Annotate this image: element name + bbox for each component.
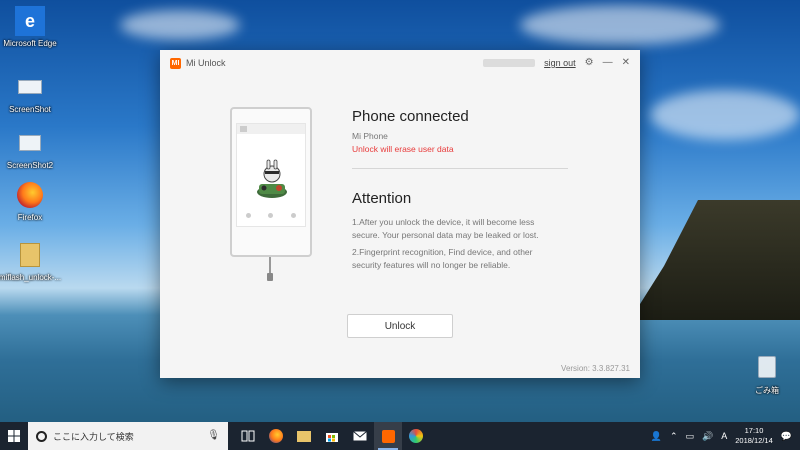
volume-icon[interactable]: 🔊 xyxy=(702,431,713,442)
network-icon[interactable]: ▭ xyxy=(685,431,694,442)
edge-icon: e xyxy=(15,6,45,36)
folder-icon xyxy=(15,240,45,270)
people-icon[interactable]: 👤 xyxy=(651,431,662,442)
clock[interactable]: 17:10 2018/12/14 xyxy=(735,426,773,446)
clock-date: 2018/12/14 xyxy=(735,436,773,445)
mi-logo-icon xyxy=(381,429,395,443)
cliff xyxy=(630,200,800,320)
close-button[interactable]: ✕ xyxy=(622,58,630,68)
system-tray: 👤 ⌃ ▭ 🔊 A 17:10 2018/12/14 💬 xyxy=(651,422,800,450)
taskbar-firefox[interactable] xyxy=(262,422,290,450)
taskbar-file-explorer[interactable] xyxy=(290,422,318,450)
desktop-icon-label: ScreenShot xyxy=(9,105,51,114)
title-bar-controls: sign out ⚙ — ✕ xyxy=(483,50,630,76)
device-name: Mi Phone xyxy=(352,131,388,141)
minimize-button[interactable]: — xyxy=(603,58,613,68)
paint-icon xyxy=(409,429,423,443)
cloud xyxy=(650,90,800,140)
account-id-blurred xyxy=(483,59,536,67)
recycle-bin-icon xyxy=(752,352,782,382)
desktop-icon-recycle-bin[interactable]: ごみ箱 xyxy=(731,352,800,396)
clock-time: 17:10 xyxy=(744,426,764,435)
desktop-icon-miflash-folder[interactable]: miflash_unlock-... xyxy=(0,240,66,282)
taskbar-store[interactable] xyxy=(318,422,346,450)
desktop-icon-label: miflash_unlock-... xyxy=(0,273,62,282)
show-hidden-icons-chevron-up-icon[interactable]: ⌃ xyxy=(670,431,678,442)
phone-nav-keys xyxy=(237,213,305,218)
store-bag-icon xyxy=(326,433,338,442)
usb-cable-icon xyxy=(267,257,273,281)
app-title: Mi Unlock xyxy=(186,58,226,68)
desktop-icon-edge[interactable]: e Microsoft Edge xyxy=(0,6,66,48)
desktop-icon-screenshot[interactable]: ScreenShot xyxy=(0,72,66,114)
mi-bunny-mascot-icon xyxy=(257,159,287,198)
task-view-button[interactable] xyxy=(234,422,262,450)
action-center-icon[interactable]: 💬 xyxy=(781,431,792,442)
taskbar-mail[interactable] xyxy=(346,422,374,450)
phone-illustration xyxy=(230,107,312,257)
divider xyxy=(352,168,568,169)
firefox-icon xyxy=(15,180,45,210)
desktop-icon-label: ごみ箱 xyxy=(755,386,779,395)
cloud xyxy=(120,10,240,40)
attention-note: 1.After you unlock the device, it will b… xyxy=(352,217,539,240)
sign-out-link[interactable]: sign out xyxy=(544,58,576,68)
title-bar[interactable]: MI Mi Unlock sign out ⚙ — ✕ xyxy=(160,50,640,76)
taskbar: ここに入力して検索 🎙 👤 ⌃ ▭ 🔊 A 17:10 2018/12/14 💬 xyxy=(0,422,800,450)
desktop-icon-label: ScreenShot2 xyxy=(6,161,54,170)
taskbar-apps xyxy=(234,422,430,450)
desktop-icon-screenshot2[interactable]: ScreenShot2 xyxy=(0,128,66,170)
cloud xyxy=(520,5,720,45)
cortana-icon xyxy=(36,430,47,442)
status-panel: Phone connected Mi Phone Unlock will era… xyxy=(352,108,582,276)
desktop-icon-label: Firefox xyxy=(17,213,43,222)
ime-indicator[interactable]: A xyxy=(721,431,727,441)
folder-icon xyxy=(297,430,311,442)
desktop-icon-firefox[interactable]: Firefox xyxy=(0,180,66,222)
windows-logo-icon xyxy=(8,430,20,442)
unlock-button[interactable]: Unlock xyxy=(347,314,453,338)
image-file-icon xyxy=(15,72,45,102)
gear-icon[interactable]: ⚙ xyxy=(585,58,594,68)
start-button[interactable] xyxy=(0,422,28,450)
microphone-icon[interactable]: 🎙 xyxy=(207,430,220,441)
desktop-icon-label: Microsoft Edge xyxy=(3,39,57,48)
taskbar-search[interactable]: ここに入力して検索 🎙 xyxy=(28,422,228,450)
taskbar-paint[interactable] xyxy=(402,422,430,450)
version-label: Version: 3.3.827.31 xyxy=(561,364,630,373)
search-placeholder: ここに入力して検索 xyxy=(53,431,134,442)
attention-heading: Attention xyxy=(352,190,412,207)
image-file-icon xyxy=(15,128,45,158)
phone-screen xyxy=(236,123,306,227)
erase-warning: Unlock will erase user data xyxy=(352,144,454,154)
mail-icon xyxy=(353,431,367,441)
phone-connected-heading: Phone connected xyxy=(352,108,469,125)
mi-logo-icon: MI xyxy=(170,57,181,69)
task-view-icon xyxy=(241,430,255,442)
attention-note: 2.Fingerprint recognition, Find device, … xyxy=(352,247,533,270)
taskbar-mi-unlock[interactable] xyxy=(374,422,402,450)
firefox-icon xyxy=(269,429,283,443)
mi-unlock-window: MI Mi Unlock sign out ⚙ — ✕ Phone connec… xyxy=(160,50,640,378)
